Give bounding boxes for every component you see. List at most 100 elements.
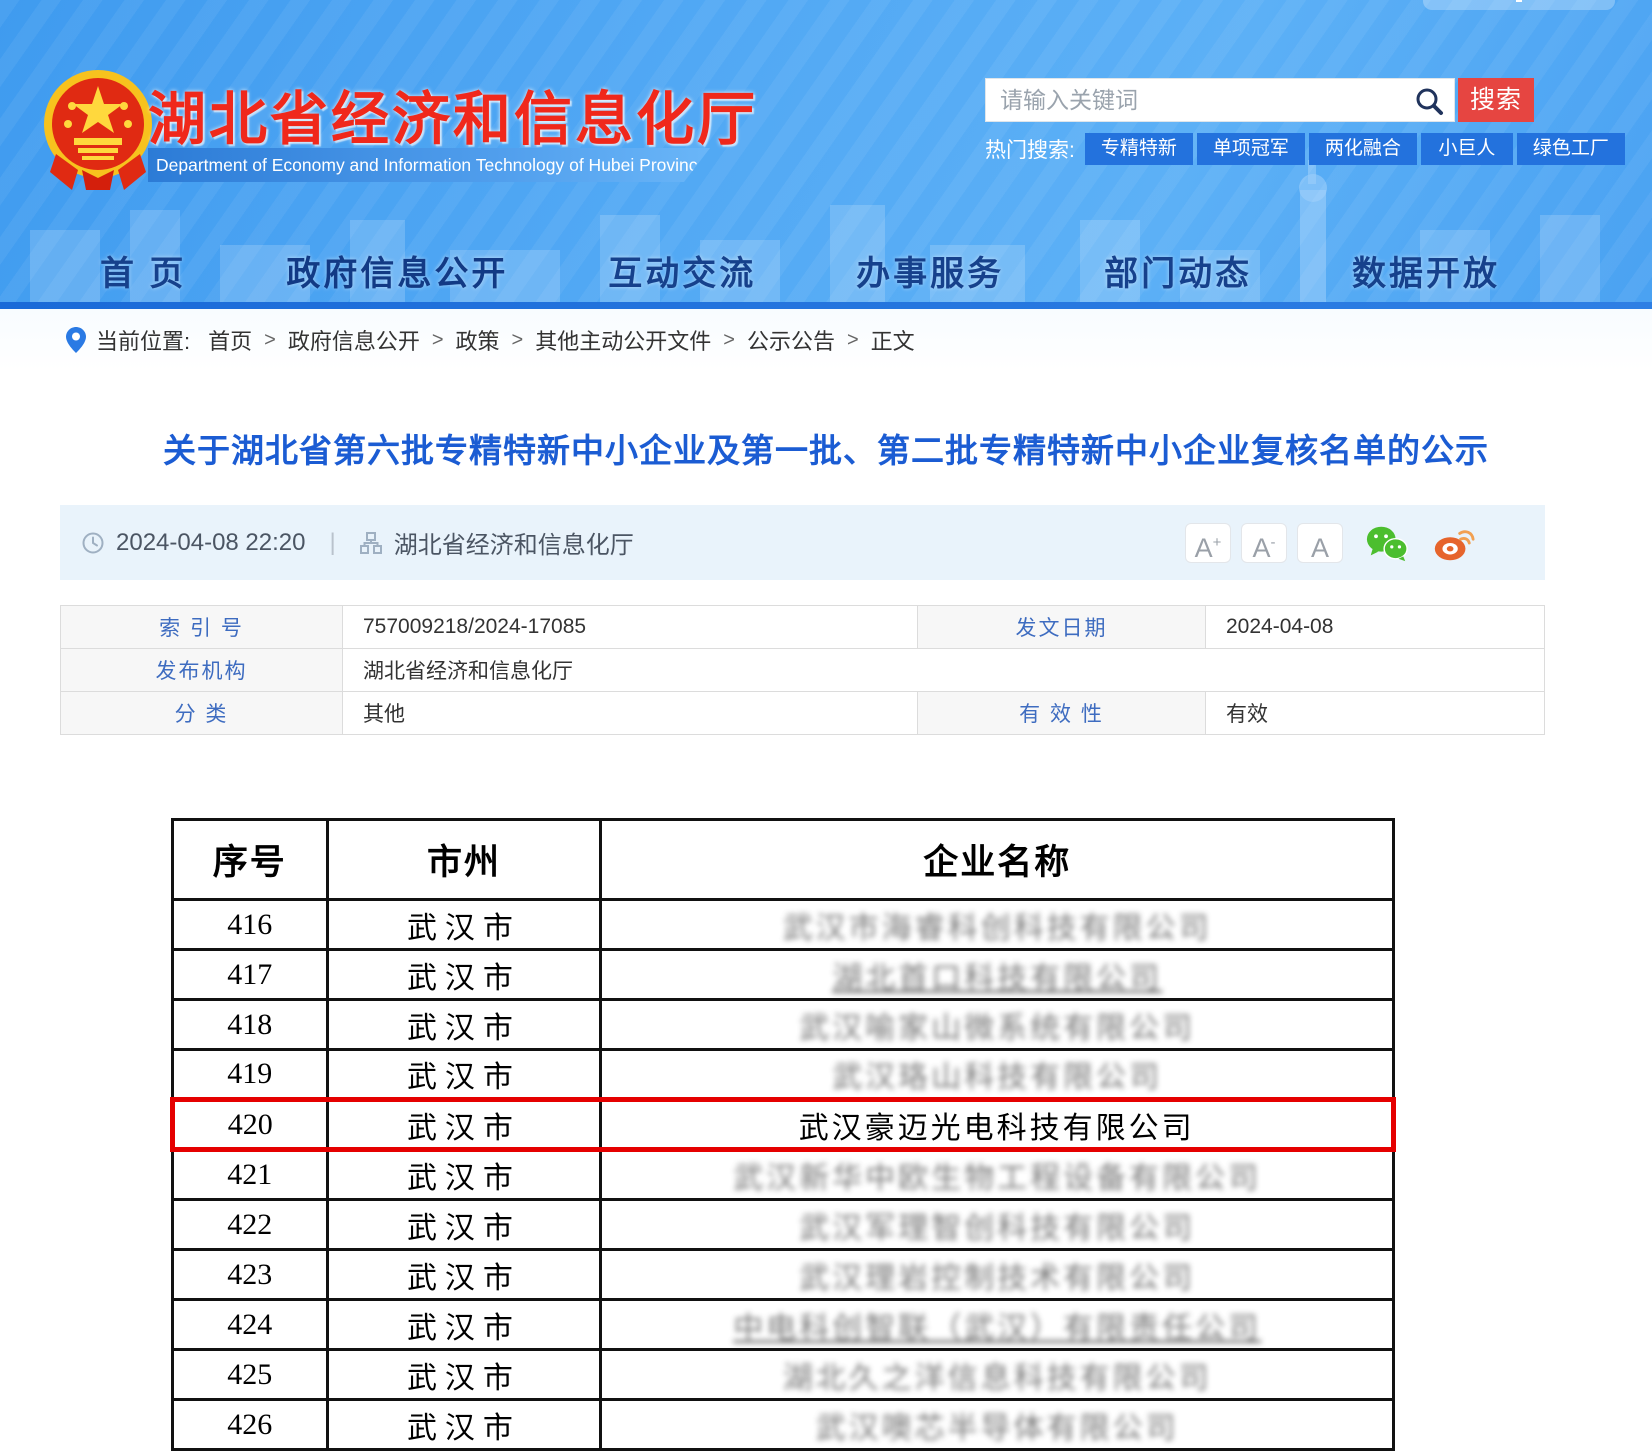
wechat-share-icon[interactable] [1365,523,1409,563]
meta-divider: | [330,529,336,557]
row-423-city: 武汉市 [327,1250,601,1300]
nav-item-department-news[interactable]: 部门动态 [1104,246,1252,295]
row-423-name: 武汉理岩控制技术有限公司 [601,1250,1394,1300]
header-company-name: 企业名称 [601,820,1394,900]
row-422-no: 422 [173,1200,328,1250]
breadcrumb-item-announcements[interactable]: 公示公告 [747,324,835,356]
nav-item-open-data[interactable]: 数据开放 [1352,246,1500,295]
breadcrumb-item-gov-info[interactable]: 政府信息公开 [288,324,420,356]
font-size-decrease-button[interactable]: A- [1241,523,1287,563]
row-419-name: 武汉珞山科技有限公司 [601,1050,1394,1100]
row-426-city: 武汉市 [327,1400,601,1450]
search-box [985,78,1455,122]
row-418-name: 武汉喻家山微系统有限公司 [601,1000,1394,1050]
row-426-no: 426 [173,1400,328,1450]
row-425-no: 425 [173,1350,328,1400]
hot-search-label: 热门搜索: [985,134,1075,164]
index-number-value: 757009218/2024-17085 [343,606,918,649]
issue-date-value: 2024-04-08 [1206,606,1545,649]
row-425-name: 湖北久之洋信息科技有限公司 [601,1350,1394,1400]
row-421-city: 武汉市 [327,1150,601,1200]
index-number-label: 索 引 号 [61,606,343,649]
breadcrumb-separator: > [723,329,735,352]
row-417-city: 武汉市 [327,950,601,1000]
header-serial-number: 序号 [173,820,328,900]
breadcrumb-separator: > [264,329,276,352]
table-row: 418 武汉市 武汉喻家山微系统有限公司 [173,1000,1394,1050]
row-421-name: 武汉新华中欧生物工程设备有限公司 [601,1150,1394,1200]
row-422-city: 武汉市 [327,1200,601,1250]
highlighted-table-row: 420 武汉市 武汉豪迈光电科技有限公司 [173,1100,1394,1150]
breadcrumb-separator: > [432,329,444,352]
row-416-name: 武汉市海睿科创科技有限公司 [601,900,1394,950]
nav-item-interaction[interactable]: 互动交流 [608,246,756,295]
row-424-name: 中电科创智联（武汉）有限责任公司 [601,1300,1394,1350]
site-header: 湖北省经济和信息化厅 Department of Economy and Inf… [0,0,1652,310]
article-meta-left: 2024-04-08 22:20 | 湖北省经济和信息化厅 [60,525,634,560]
row-417-name: 湖北首口科技有限公司 [601,950,1394,1000]
row-419-city: 武汉市 [327,1050,601,1100]
row-424-no: 424 [173,1300,328,1350]
row-417-no: 417 [173,950,328,1000]
site-title: 湖北省经济和信息化厅 [148,72,1048,156]
main-nav: 首 页 政府信息公开 互动交流 办事服务 部门动态 数据开放 [100,240,1500,300]
breadcrumb: 当前位置: 首页 > 政府信息公开 > 政策 > 其他主动公开文件 > 公示公告… [0,309,1652,371]
publish-time: 2024-04-08 22:20 [116,529,306,557]
row-418-no: 418 [173,1000,328,1050]
hot-search-item-2[interactable]: 两化融合 [1309,133,1417,165]
font-size-increase-button[interactable]: A+ [1185,523,1231,563]
page-title: 关于湖北省第六批专精特新中小企业及第一批、第二批专精特新中小企业复核名单的公示 [76,424,1576,472]
breadcrumb-item-policy[interactable]: 政策 [456,324,500,356]
row-418-city: 武汉市 [327,1000,601,1050]
category-label: 分 类 [61,692,343,735]
table-row: 417 武汉市 湖北首口科技有限公司 [173,950,1394,1000]
row-419-no: 419 [173,1050,328,1100]
nav-underline [0,302,1652,309]
breadcrumb-separator: > [512,329,524,352]
location-pin-icon [66,327,86,353]
breadcrumb-item-other-files[interactable]: 其他主动公开文件 [535,324,711,356]
row-420-city: 武汉市 [327,1100,601,1150]
row-424-city: 武汉市 [327,1300,601,1350]
row-425-city: 武汉市 [327,1350,601,1400]
search-input[interactable] [986,79,1406,121]
page: 湖北省经济和信息化厅 Department of Economy and Inf… [0,0,1652,1453]
article-meta-strip: 2024-04-08 22:20 | 湖北省经济和信息化厅 A+ A- A [60,505,1545,580]
nav-item-gov-info[interactable]: 政府信息公开 [286,246,508,295]
search-button[interactable]: 搜索 [1458,78,1534,122]
table-row: 419 武汉市 武汉珞山科技有限公司 [173,1050,1394,1100]
table-row: 422 武汉市 武汉军理智创科技有限公司 [173,1200,1394,1250]
source-org-icon [360,532,382,554]
table-header-row: 序号 市州 企业名称 [173,820,1394,900]
hot-search-item-0[interactable]: 专精特新 [1085,133,1193,165]
browser-overlay-artifact [1423,0,1615,10]
nav-item-home[interactable]: 首 页 [100,246,186,295]
weibo-share-icon[interactable] [1431,523,1475,563]
row-420-name: 武汉豪迈光电科技有限公司 [601,1100,1394,1150]
nav-item-services[interactable]: 办事服务 [856,246,1004,295]
meta-row-index: 索 引 号 757009218/2024-17085 发文日期 2024-04-… [61,606,1545,649]
table-row: 416 武汉市 武汉市海睿科创科技有限公司 [173,900,1394,950]
row-422-name: 武汉军理智创科技有限公司 [601,1200,1394,1250]
validity-value: 有效 [1206,692,1545,735]
row-423-no: 423 [173,1250,328,1300]
document-meta-table: 索 引 号 757009218/2024-17085 发文日期 2024-04-… [60,605,1545,735]
hot-search-item-3[interactable]: 小巨人 [1421,133,1513,165]
font-size-reset-button[interactable]: A [1297,523,1343,563]
breadcrumb-item-home[interactable]: 首页 [208,324,252,356]
category-value: 其他 [343,692,918,735]
header-city: 市州 [327,820,601,900]
search-icon[interactable] [1414,86,1444,116]
breadcrumb-separator: > [847,329,859,352]
row-426-name: 武汉噢芯半导体有限公司 [601,1400,1394,1450]
hot-search-item-4[interactable]: 绿色工厂 [1517,133,1625,165]
meta-row-org: 发布机构 湖北省经济和信息化厅 [61,649,1545,692]
issuing-org-label: 发布机构 [61,649,343,692]
row-416-city: 武汉市 [327,900,601,950]
breadcrumb-label: 当前位置: [96,324,190,356]
hot-search-item-1[interactable]: 单项冠军 [1197,133,1305,165]
table-row: 426 武汉市 武汉噢芯半导体有限公司 [173,1400,1394,1450]
row-420-no: 420 [173,1100,328,1150]
breadcrumb-item-article[interactable]: 正文 [871,324,915,356]
table-row: 424 武汉市 中电科创智联（武汉）有限责任公司 [173,1300,1394,1350]
